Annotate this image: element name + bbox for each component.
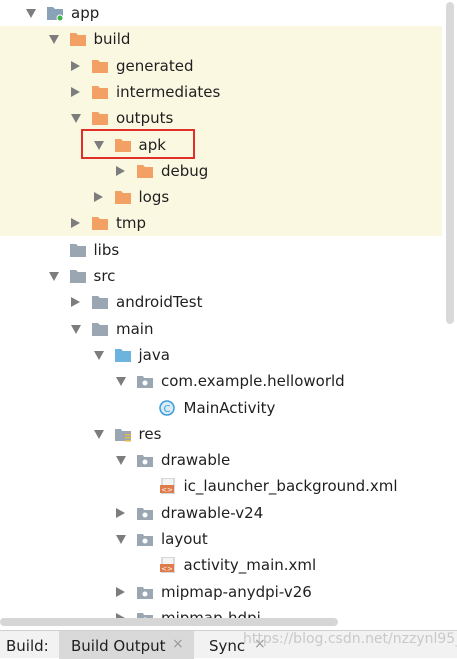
tree-item-label: MainActivity (183, 398, 276, 417)
tree-item-label: libs (93, 240, 120, 259)
tree-item-label: outputs (116, 109, 174, 128)
tree-item-drawable[interactable]: drawable (0, 447, 442, 473)
folder-icon (69, 242, 87, 258)
folder-icon (91, 215, 109, 231)
build-label: Build: (6, 637, 49, 655)
tree-item-debug[interactable]: debug (0, 158, 442, 184)
tree-item-mainactivity[interactable]: C MainActivity (0, 395, 442, 421)
svg-text:C: C (163, 404, 170, 415)
svg-text:<>: <> (161, 565, 173, 573)
tree-item-drawable-v24[interactable]: drawable-v24 (0, 500, 442, 526)
resource-folder-icon (114, 426, 132, 442)
project-tree: app build generated intermediates outputs apk… (0, 0, 457, 630)
package-icon (136, 505, 154, 521)
tree-item-layout[interactable]: layout (0, 526, 442, 552)
tree-item-label: debug (161, 161, 209, 180)
chevron-right-icon[interactable] (116, 507, 125, 518)
tree-item-label: logs (138, 188, 170, 207)
tree-item-label: activity_main.xml (183, 556, 317, 575)
watermark: https://blog.csdn.net/nzzynl95_ (243, 631, 457, 647)
chevron-down-icon[interactable] (116, 377, 126, 387)
xml-file-icon: <> (159, 477, 177, 495)
source-folder-icon (114, 347, 132, 363)
chevron-down-icon[interactable] (48, 35, 59, 45)
tree-item-java[interactable]: java (0, 342, 442, 368)
package-icon (136, 373, 154, 389)
chevron-down-icon[interactable] (116, 456, 126, 466)
xml-file-icon: <> (159, 556, 177, 574)
chevron-right-icon[interactable] (71, 86, 80, 97)
tree-item-label: app (71, 4, 100, 22)
tree-item-logs[interactable]: logs (0, 184, 442, 210)
chevron-right-icon[interactable] (93, 192, 103, 203)
tree-item-label: ic_launcher_background.xml (183, 477, 398, 496)
tree-item-label: main (116, 319, 154, 338)
folder-icon (91, 110, 109, 126)
folder-icon (136, 163, 154, 179)
folder-icon (69, 268, 87, 284)
chevron-right-icon[interactable] (71, 297, 80, 308)
package-icon (136, 584, 154, 600)
tree-item-ic-launcher-background-xml[interactable]: <> ic_launcher_background.xml (0, 473, 442, 499)
tree-item-label: build (93, 30, 131, 49)
tree-item-label: tmp (116, 214, 147, 233)
folder-icon (91, 294, 109, 310)
folder-icon (91, 84, 109, 100)
class-icon: C (158, 399, 177, 416)
folder-icon (91, 58, 109, 74)
svg-text:<>: <> (161, 486, 173, 494)
tree-item-build[interactable]: build (0, 26, 442, 52)
tree-item-label: drawable-v24 (161, 503, 264, 522)
tree-item-label: drawable (161, 451, 231, 470)
tree-item-libs[interactable]: libs (0, 237, 442, 263)
tree-item-label: src (93, 267, 116, 285)
tree-item-label: intermediates (116, 82, 221, 101)
chevron-right-icon[interactable] (116, 586, 125, 597)
tree-item-label: androidTest (116, 293, 203, 312)
tree-item-label: res (138, 424, 162, 443)
folder-icon (69, 31, 87, 47)
folder-icon (114, 189, 132, 205)
chevron-right-icon[interactable] (116, 165, 125, 176)
vertical-scrollbar-thumb[interactable] (446, 2, 454, 324)
tree-item-activity-main-xml[interactable]: <> activity_main.xml (0, 552, 442, 578)
tree-item-com-example-helloworld[interactable]: com.example.helloworld (0, 368, 442, 394)
chevron-right-icon[interactable] (71, 60, 80, 71)
tree-item-mipmap-anydpi-v26[interactable]: mipmap-anydpi-v26 (0, 579, 442, 605)
tab-sync-label: Sync (209, 637, 246, 655)
tree-item-tmp[interactable]: tmp (0, 210, 442, 236)
chevron-down-icon[interactable] (93, 429, 104, 439)
chevron-right-icon[interactable] (71, 218, 80, 229)
chevron-down-icon[interactable] (48, 272, 59, 281)
tree-item-label: mipmap-anydpi-v26 (161, 582, 312, 601)
tree-item-app[interactable]: app (0, 0, 442, 26)
tree-item-res[interactable]: res (0, 421, 442, 447)
tree-item-label: generated (116, 56, 194, 75)
chevron-down-icon[interactable] (93, 350, 104, 360)
folder-icon (91, 321, 109, 337)
tree-item-main[interactable]: main (0, 316, 442, 342)
tree-item-label: com.example.helloworld (161, 372, 345, 391)
tree-item-generated[interactable]: generated (0, 53, 442, 79)
chevron-down-icon[interactable] (71, 324, 81, 334)
tree-item-src[interactable]: src (0, 263, 442, 289)
close-icon[interactable]: × (172, 636, 184, 652)
apk-selection-box (81, 129, 195, 159)
module-folder-icon (46, 5, 64, 22)
chevron-down-icon[interactable] (26, 9, 36, 18)
horizontal-scrollbar[interactable] (0, 618, 338, 626)
tree-item-label: layout (161, 530, 208, 548)
tree-item-androidtest[interactable]: androidTest (0, 289, 442, 315)
tab-build-output[interactable]: Build Output × (59, 631, 194, 659)
package-icon (136, 531, 154, 547)
tree-item-label: java (138, 345, 170, 364)
package-icon (136, 452, 154, 468)
tree-item-apk[interactable]: apk (0, 132, 442, 158)
chevron-down-icon[interactable] (71, 114, 81, 124)
tab-build-output-label: Build Output (71, 637, 166, 655)
tree-item-outputs[interactable]: outputs (0, 105, 442, 131)
tree-item-intermediates[interactable]: intermediates (0, 79, 442, 105)
chevron-down-icon[interactable] (116, 535, 126, 544)
